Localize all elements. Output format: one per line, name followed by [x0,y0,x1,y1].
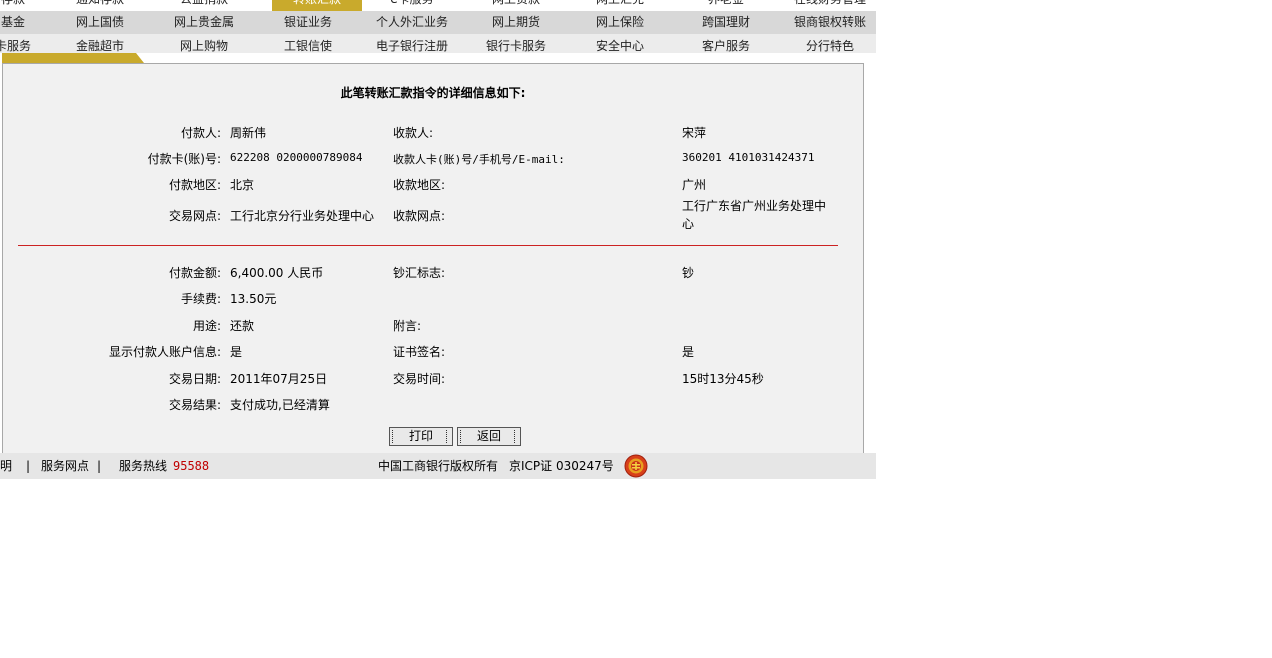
back-button[interactable]: 返回 [457,427,521,446]
cash-flag-value: 钞 [682,266,695,280]
payer-region-value: 北京 [230,178,255,192]
trade-date-value: 2011年07月25日 [230,372,328,386]
amount-value: 6,400.00 人民币 [230,266,324,280]
fee-label: 手续费: [180,292,221,306]
nav-item-row1-1[interactable]: 网上国债 [48,11,152,34]
purpose-label: 用途: [192,319,221,333]
trade-time-value: 15时13分45秒 [682,372,764,386]
section-divider [18,245,838,246]
payee-region-value: 广州 [682,178,707,192]
payee-value: 宋萍 [682,126,707,140]
nav-item-row0-4[interactable]: e卡服务 [364,0,460,11]
cash-flag-label: 钞汇标志: [393,266,446,280]
section-tab-strip [2,53,144,63]
payer-value: 周新伟 [230,126,267,140]
footer-icp: 京ICP证 030247号 [509,459,614,473]
nav-item-row2-1[interactable]: 金融超市 [48,34,152,53]
payer-branch-value: 工行北京分行业务处理中心 [230,209,375,223]
payee-branch-label: 收款网点: [393,209,446,223]
payee-region-label: 收款地区: [393,178,446,192]
show-payer-info-value: 是 [230,345,243,359]
nav-item-row1-3[interactable]: 银证业务 [256,11,360,34]
footer-statement-link[interactable]: 声明 [0,453,12,479]
footer-separator: | [26,459,31,473]
payer-branch-label: 交易网点: [168,209,221,223]
nav-item-row0-0[interactable]: 存款 [0,0,38,11]
note-label: 附言: [393,319,422,333]
police-emblem-icon[interactable] [623,454,649,478]
payee-branch-value: 工行广东省广州业务处理中心 [682,199,827,231]
nav-item-row0-5[interactable]: 网上贵款 [464,0,568,11]
footer-hotline-label: 服务热线 [119,459,168,473]
payee-card-value: 360201 4101031424371 [682,151,815,164]
nav-item-row2-8[interactable]: 分行特色 [784,34,876,53]
nav-item-row0-1[interactable]: 通知存款 [48,0,152,11]
footer: 声明 | 服务网点 | 服务热线 95588 中国工商银行版权所有 京ICP证 … [0,453,876,479]
payer-card-label: 付款卡(账)号: [147,152,221,166]
trade-result-label: 交易结果: [168,398,221,412]
nav-row-0: 存款通知存款公益捐款 转账汇款e卡服务网上贵款网上汇兑 养老金 在线财务管理 [0,0,876,11]
payer-label: 付款人: [180,126,221,140]
footer-service-points-link[interactable]: 服务网点 [41,453,89,479]
nav-item-row2-4[interactable]: 电子银行注册 [364,34,460,53]
nav-item-row2-6[interactable]: 安全中心 [568,34,672,53]
cert-sign-label: 证书签名: [393,345,446,359]
nav-item-row2-5[interactable]: 银行卡服务 [464,34,568,53]
payee-card-label: 收款人卡(账)号/手机号/E-mail: [393,153,565,166]
payee-label: 收款人: [393,126,434,140]
nav-item-row1-4[interactable]: 个人外汇业务 [364,11,460,34]
purpose-value: 还款 [230,319,255,333]
footer-separator: | [97,459,102,473]
payer-card-value: 622208 0200000789084 [230,151,363,164]
transfer-detail-panel: 此笔转账汇款指令的详细信息如下: 付款人: 周新伟 收款人: 宋萍 付款卡(账)… [2,63,864,454]
nav-item-row2-3[interactable]: 工银信使 [256,34,360,53]
nav-item-row1-6[interactable]: 网上保险 [568,11,672,34]
fee-value: 13.50元 [230,292,277,306]
nav-item-row0-6[interactable]: 网上汇兑 [568,0,672,11]
nav-item-row1-2[interactable]: 网上贵金属 [152,11,256,34]
footer-copyright: 中国工商银行版权所有 [378,459,499,473]
show-payer-info-label: 显示付款人账户信息: [108,345,221,359]
nav-item-row2-7[interactable]: 客户服务 [684,34,768,53]
nav-item-row2-2[interactable]: 网上购物 [152,34,256,53]
amount-label: 付款金额: [168,266,221,280]
nav-item-row0-7[interactable]: 养老金 [684,0,768,11]
nav-item-row1-7[interactable]: 跨国理财 [684,11,768,34]
nav-item-row2-0[interactable]: 卡服务 [0,34,38,53]
nav-item-row1-5[interactable]: 网上期货 [464,11,568,34]
nav-item-row0-3[interactable]: 转账汇款 [272,0,362,11]
nav-item-row0-8[interactable]: 在线财务管理 [784,0,876,11]
nav-item-row1-0[interactable]: 基金 [0,11,38,34]
nav-item-row0-2[interactable]: 公益捐款 [152,0,256,11]
nav-item-row1-8[interactable]: 银商银权转账 [784,11,876,34]
cert-sign-value: 是 [682,345,695,359]
trade-time-label: 交易时间: [393,372,446,386]
panel-title: 此笔转账汇款指令的详细信息如下: [340,86,526,100]
nav-row-2: 卡服务 金融超市 网上购物 工银信使 电子银行注册 银行卡服务 安全中心 客户服务 分行特色 [0,34,876,53]
print-button[interactable]: 打印 [389,427,453,446]
nav-row-1: 基金 网上国债 网上贵金属 银证业务 个人外汇业务 网上期货 网上保险 跨国理财 银商银权转账 [0,11,876,34]
trade-result-value: 支付成功,已经清算 [230,398,330,412]
trade-date-label: 交易日期: [168,372,221,386]
footer-hotline-number: 95588 [173,459,210,473]
payer-region-label: 付款地区: [168,178,221,192]
